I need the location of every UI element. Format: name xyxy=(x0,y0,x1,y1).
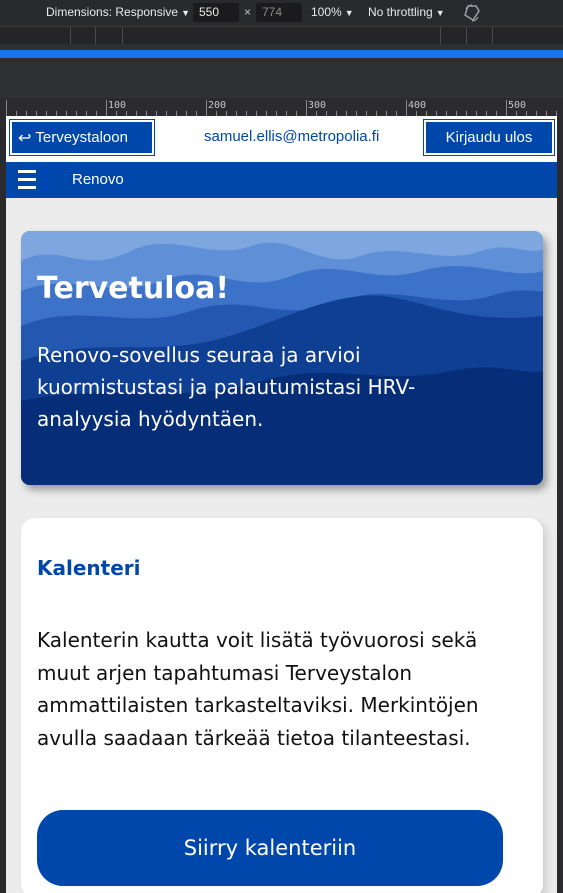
times-symbol: × xyxy=(244,5,252,19)
zoom-label: 100% xyxy=(311,5,342,19)
throttling-dropdown[interactable]: No throttling ▼ xyxy=(368,5,445,19)
welcome-text: Renovo-sovellus seuraa ja arvioi kuormis… xyxy=(37,343,416,431)
ruler-tick xyxy=(406,100,407,116)
calendar-card-text: Kalenterin kautta voit lisätä työvuorosi… xyxy=(37,628,479,750)
throttling-label: No throttling xyxy=(368,5,433,19)
pixel-ruler: 100 200 300 400 500 xyxy=(0,98,563,116)
ruler-tick xyxy=(506,100,507,116)
header-bar: ↩ Terveystaloon samuel.ellis@metropolia.… xyxy=(6,116,557,162)
ruler-tick xyxy=(306,100,307,116)
ruler-label: 100 xyxy=(108,100,127,111)
ruler-tick xyxy=(206,100,207,116)
calendar-card: Kalenteri Kalenterin kautta voit lisätä … xyxy=(21,518,543,893)
ruler-label: 200 xyxy=(208,100,227,111)
welcome-title: Tervetuloa! xyxy=(37,271,230,306)
return-arrow-icon: ↩ xyxy=(18,129,32,147)
caret-down-icon: ▼ xyxy=(181,8,190,18)
ruler-tick xyxy=(106,100,107,116)
navbar: Renovo xyxy=(6,162,557,198)
caret-down-icon: ▼ xyxy=(344,8,354,18)
zoom-dropdown[interactable]: 100% ▼ xyxy=(311,5,354,19)
width-input[interactable]: 550 xyxy=(193,3,239,22)
logout-button[interactable]: Kirjaudu ulos xyxy=(423,119,555,156)
caret-down-icon: ▼ xyxy=(435,8,445,18)
dimensions-dropdown[interactable]: Dimensions: Responsive ▼ xyxy=(46,5,190,19)
page-viewport: ↩ Terveystaloon samuel.ellis@metropolia.… xyxy=(6,116,557,893)
ruler-tick xyxy=(6,100,7,116)
calendar-card-title: Kalenteri xyxy=(37,556,141,580)
media-query-bar[interactable] xyxy=(0,44,563,64)
height-input[interactable]: 774 xyxy=(256,3,302,22)
dimensions-label: Dimensions: Responsive xyxy=(46,5,179,19)
media-query-ruler xyxy=(0,26,563,45)
ruler-label: 500 xyxy=(508,100,527,111)
user-email: samuel.ellis@metropolia.fi xyxy=(204,128,380,145)
welcome-banner: Tervetuloa! Renovo-sovellus seuraa ja ar… xyxy=(21,231,543,485)
rotate-icon[interactable] xyxy=(462,3,482,23)
app-title: Renovo xyxy=(72,171,124,188)
back-to-terveystalo-link[interactable]: ↩ Terveystaloon xyxy=(9,119,155,156)
ruler-label: 400 xyxy=(408,100,427,111)
back-link-label: Terveystaloon xyxy=(35,129,128,146)
ruler-label: 300 xyxy=(308,100,327,111)
hamburger-menu-icon[interactable] xyxy=(18,170,36,190)
go-to-calendar-button[interactable]: Siirry kalenteriin xyxy=(37,810,503,886)
devtools-toolbar: Dimensions: Responsive ▼ 550 × 774 100% ▼ … xyxy=(0,0,563,26)
